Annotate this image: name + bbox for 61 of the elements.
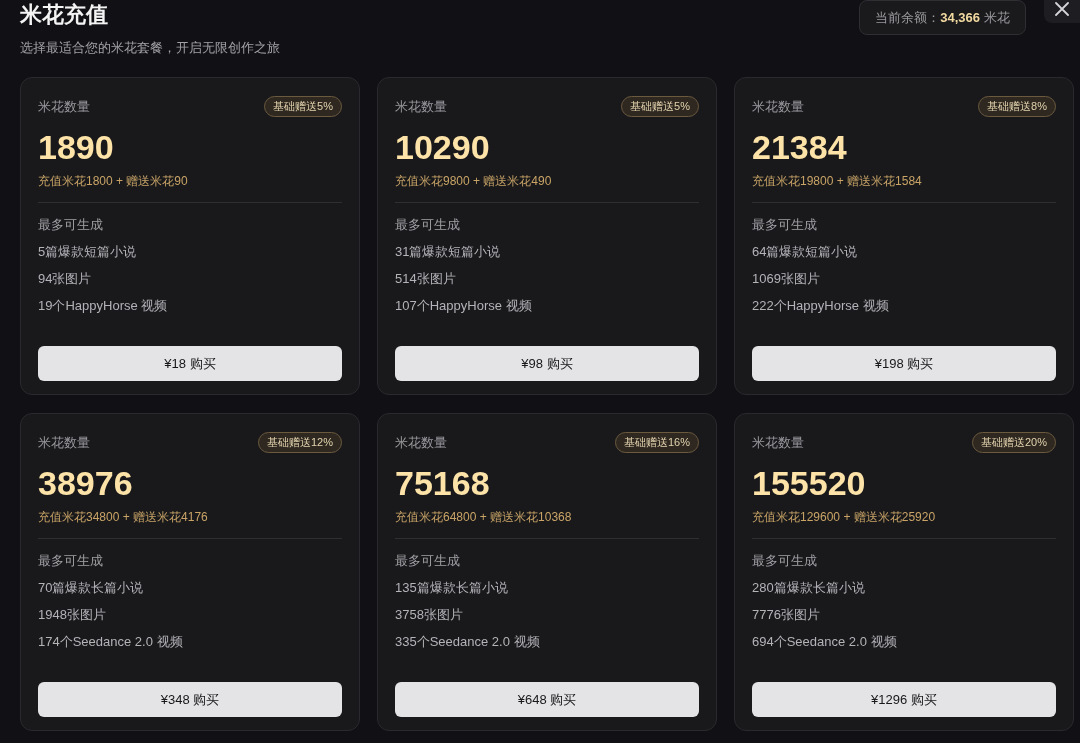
list-title: 最多可生成 [395, 552, 461, 570]
page-title: 米花充值 [20, 2, 109, 28]
package-label: 米花数量 [38, 97, 90, 116]
package-amount: 10290 [395, 127, 491, 167]
buy-button[interactable]: ¥98 购买 [395, 346, 699, 381]
benefit-item: 514张图片 [395, 270, 457, 288]
benefit-item: 280篇爆款长篇小说 [752, 579, 866, 597]
benefit-item: 1069张图片 [752, 270, 821, 288]
list-title: 最多可生成 [38, 216, 104, 234]
amount-breakdown: 充值米花19800 + 赠送米花1584 [752, 173, 923, 190]
bonus-badge: 基础赠送5% [621, 96, 699, 117]
amount-breakdown: 充值米花129600 + 赠送米花25920 [752, 509, 937, 526]
package-amount: 1890 [38, 127, 115, 167]
bonus-badge: 基础赠送8% [978, 96, 1056, 117]
amount-breakdown: 充值米花64800 + 赠送米花10368 [395, 509, 573, 526]
amount-breakdown: 充值米花1800 + 赠送米花90 [38, 173, 189, 190]
benefit-item: 335个Seedance 2.0 视频 [395, 633, 541, 651]
list-title: 最多可生成 [752, 216, 818, 234]
benefit-item: 135篇爆款长篇小说 [395, 579, 509, 597]
bonus-badge: 基础赠送16% [614, 432, 699, 453]
benefit-item: 94张图片 [38, 270, 93, 288]
benefit-item: 3758张图片 [395, 606, 464, 624]
bonus-badge: 基础赠送12% [257, 432, 342, 453]
benefit-item: 5篇爆款短篇小说 [38, 243, 138, 261]
benefit-item: 174个Seedance 2.0 视频 [38, 633, 184, 651]
package-label: 米花数量 [395, 433, 447, 452]
package-label: 米花数量 [752, 433, 804, 452]
amount-breakdown: 充值米花34800 + 赠送米花4176 [38, 509, 209, 526]
benefit-item: 64篇爆款短篇小说 [752, 243, 859, 261]
buy-button[interactable]: ¥348 购买 [38, 682, 342, 717]
benefit-item: 222个HappyHorse 视频 [752, 297, 890, 315]
package-amount: 21384 [752, 127, 848, 167]
balance-unit: 米花 [984, 8, 1010, 27]
amount-breakdown: 充值米花9800 + 赠送米花490 [395, 173, 553, 190]
package-amount: 38976 [38, 463, 134, 503]
package-label: 米花数量 [752, 97, 804, 116]
buy-button[interactable]: ¥198 购买 [752, 346, 1056, 381]
list-title: 最多可生成 [395, 216, 461, 234]
buy-button[interactable]: ¥648 购买 [395, 682, 699, 717]
list-title: 最多可生成 [752, 552, 818, 570]
benefit-item: 694个Seedance 2.0 视频 [752, 633, 898, 651]
package-label: 米花数量 [38, 433, 90, 452]
package-amount: 155520 [752, 463, 867, 503]
balance-amount: 34,366 [940, 8, 980, 27]
list-title: 最多可生成 [38, 552, 104, 570]
buy-button[interactable]: ¥18 购买 [38, 346, 342, 381]
package-label: 米花数量 [395, 97, 447, 116]
close-button[interactable] [1044, 0, 1080, 23]
page-subtitle: 选择最适合您的米花套餐，开启无限创作之旅 [20, 39, 280, 57]
balance-label: 当前余额： [875, 8, 941, 27]
package-amount: 75168 [395, 463, 491, 503]
buy-button[interactable]: ¥1296 购买 [752, 682, 1056, 717]
benefit-item: 31篇爆款短篇小说 [395, 243, 502, 261]
benefit-item: 107个HappyHorse 视频 [395, 297, 533, 315]
benefit-item: 19个HappyHorse 视频 [38, 297, 169, 315]
bonus-badge: 基础赠送20% [971, 432, 1056, 453]
benefit-item: 7776张图片 [752, 606, 821, 624]
benefit-item: 1948张图片 [38, 606, 107, 624]
bonus-badge: 基础赠送5% [264, 96, 342, 117]
benefit-item: 70篇爆款长篇小说 [38, 579, 145, 597]
close-icon [1055, 2, 1069, 16]
